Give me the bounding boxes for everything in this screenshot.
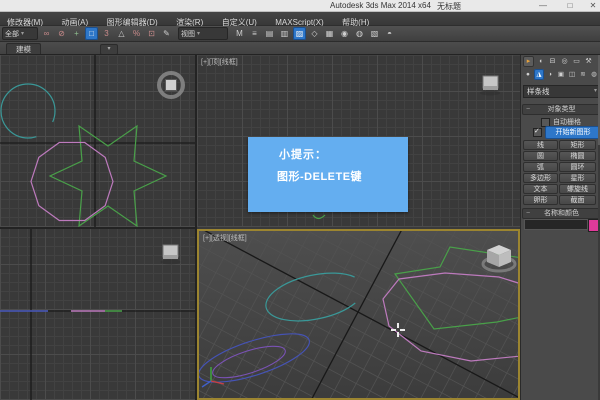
collapse-icon: − bbox=[526, 209, 530, 218]
grid-home-icon[interactable] bbox=[161, 245, 181, 265]
start-new-shape-checkbox[interactable] bbox=[533, 128, 542, 137]
rollout-object-type[interactable]: − 对象类型 bbox=[522, 104, 600, 115]
lights-category-icon[interactable]: ◑ bbox=[545, 69, 555, 80]
geometry-category-icon[interactable]: ● bbox=[523, 69, 533, 80]
rollout-name-color[interactable]: − 名称和颜色 bbox=[522, 208, 600, 219]
title-bar: Autodesk 3ds Max 2014 x64 无标题 — □ ✕ bbox=[0, 0, 600, 12]
viewcube-2d-icon[interactable] bbox=[159, 73, 183, 97]
select-and-move-icon[interactable]: + bbox=[70, 27, 83, 40]
shape-type-value: 样条线 bbox=[527, 87, 550, 96]
selection-lock-icon[interactable]: ⊡ bbox=[145, 27, 158, 40]
align-icon[interactable]: ≡ bbox=[248, 27, 261, 40]
egg-button[interactable]: 卵形 bbox=[523, 195, 558, 205]
circle-spline bbox=[262, 265, 369, 329]
select-object-icon[interactable]: □ bbox=[85, 27, 98, 40]
viewport-label-perspective[interactable]: [+][透视][线框] bbox=[203, 233, 247, 243]
schematic-view-icon[interactable]: ▦ bbox=[323, 27, 336, 40]
chevron-down-icon: ▾ bbox=[594, 86, 597, 97]
shape-type-dropdown[interactable]: 样条线 ▾ bbox=[523, 85, 600, 98]
perspective-scene bbox=[199, 231, 518, 398]
selection-filter-dropdown[interactable]: 全部 ▾ bbox=[2, 27, 38, 40]
spline-fragment bbox=[313, 215, 325, 219]
select-and-link-icon[interactable]: ∞ bbox=[40, 27, 53, 40]
rollout-name-color-title: 名称和颜色 bbox=[544, 210, 579, 217]
select-by-name-icon[interactable]: 3 bbox=[100, 27, 113, 40]
main-toolbar: 全部 ▾ ∞ ⊘ + □ 3 △ % ⊡ ✎ 视图 ▾ M ≡ ▤ ▥ ▨ ◇ … bbox=[0, 26, 600, 42]
rollout-object-type-title: 对象类型 bbox=[548, 106, 576, 113]
document-title: 无标题 bbox=[437, 1, 461, 12]
selection-filter-value: 全部 bbox=[5, 29, 19, 39]
unlink-selection-icon[interactable]: ⊘ bbox=[55, 27, 68, 40]
command-panel: ▸ ◖ ⊟ ◎ ▭ ⚒ ● ◮ ◑ ▣ ◫ ≋ ◍ 样条线 ▾ − 对象类型 自… bbox=[520, 55, 600, 400]
viewport-area-top-edge bbox=[0, 54, 600, 55]
open-folder-icon[interactable]: ▨ bbox=[293, 27, 306, 40]
shape-buttons-grid: 线 矩形 圆 椭圆 弧 圆环 多边形 星形 文本 螺旋线 卵形 截面 bbox=[523, 140, 599, 206]
section-button[interactable]: 截面 bbox=[559, 195, 596, 205]
cameras-category-icon[interactable]: ▣ bbox=[556, 69, 566, 80]
material-editor-icon[interactable]: ◉ bbox=[338, 27, 351, 40]
line-button[interactable]: 线 bbox=[523, 140, 558, 150]
helix-button[interactable]: 螺旋线 bbox=[559, 184, 596, 194]
circle-button[interactable]: 圆 bbox=[523, 151, 558, 161]
modify-tab-icon[interactable]: ◖ bbox=[535, 56, 546, 67]
top-left-scene bbox=[0, 55, 195, 227]
tip-body: 图形-DELETE键 bbox=[277, 168, 362, 184]
front-scene bbox=[0, 229, 195, 400]
shapes-category-icon[interactable]: ◮ bbox=[534, 69, 544, 80]
app-window: Autodesk 3ds Max 2014 x64 无标题 — □ ✕ 修改器(… bbox=[0, 0, 600, 400]
coordinate-system-value: 视图 bbox=[181, 29, 195, 39]
ngon-spline bbox=[31, 143, 113, 221]
star-spline bbox=[50, 126, 166, 226]
crosshair-cursor bbox=[391, 323, 405, 337]
text-button[interactable]: 文本 bbox=[523, 184, 558, 194]
rendered-frame-icon[interactable]: ▧ bbox=[368, 27, 381, 40]
object-name-input[interactable] bbox=[524, 219, 588, 230]
layer-manager-icon[interactable]: ▤ bbox=[263, 27, 276, 40]
menu-bar: 修改器(M) 动画(A) 图形编辑器(D) 渲染(R) 自定义(U) MAXSc… bbox=[0, 12, 600, 26]
coordinate-system-dropdown[interactable]: 视图 ▾ bbox=[178, 27, 228, 40]
grid-home-icon[interactable] bbox=[480, 76, 500, 96]
create-tab-icon[interactable]: ▸ bbox=[523, 56, 534, 67]
collapse-icon: − bbox=[526, 105, 530, 114]
command-panel-tabs: ▸ ◖ ⊟ ◎ ▭ ⚒ bbox=[523, 56, 594, 68]
helpers-category-icon[interactable]: ◫ bbox=[567, 69, 577, 80]
donut-button[interactable]: 圆环 bbox=[559, 162, 596, 172]
region-select-icon[interactable]: △ bbox=[115, 27, 128, 40]
maximize-button[interactable]: □ bbox=[562, 0, 578, 11]
tip-overlay: 小提示： 图形-DELETE键 bbox=[248, 137, 408, 212]
motion-tab-icon[interactable]: ◎ bbox=[559, 56, 570, 67]
hierarchy-tab-icon[interactable]: ⊟ bbox=[547, 56, 558, 67]
minimize-button[interactable]: — bbox=[535, 0, 551, 11]
viewport-front[interactable] bbox=[0, 229, 195, 400]
snaps-toggle-icon[interactable]: ✎ bbox=[160, 27, 173, 40]
chevron-down-icon: ▾ bbox=[21, 30, 24, 37]
ellipse-button[interactable]: 椭圆 bbox=[559, 151, 596, 161]
circle-spline bbox=[1, 84, 55, 138]
viewport-splitter-horizontal[interactable] bbox=[0, 227, 197, 229]
arc-button[interactable]: 弧 bbox=[523, 162, 558, 172]
star-button[interactable]: 星形 bbox=[559, 173, 596, 183]
close-button[interactable]: ✕ bbox=[585, 0, 600, 11]
rectangle-button[interactable]: 矩形 bbox=[559, 140, 596, 150]
ngon-button[interactable]: 多边形 bbox=[523, 173, 558, 183]
viewcube-icon[interactable] bbox=[483, 245, 515, 271]
viewport-perspective[interactable]: [+][透视][线框] bbox=[197, 229, 520, 400]
utilities-tab-icon[interactable]: ⚒ bbox=[583, 56, 594, 67]
scene-explorer-icon[interactable]: ▥ bbox=[278, 27, 291, 40]
crossing-select-icon[interactable]: % bbox=[130, 27, 143, 40]
curve-editor-icon[interactable]: ◇ bbox=[308, 27, 321, 40]
viewport-top-left[interactable] bbox=[0, 55, 195, 227]
chevron-down-icon: ▾ bbox=[197, 30, 200, 37]
tip-title: 小提示： bbox=[279, 146, 327, 162]
render-setup-icon[interactable]: ◍ bbox=[353, 27, 366, 40]
spacewarps-category-icon[interactable]: ≋ bbox=[578, 69, 588, 80]
start-new-shape-button[interactable]: 开始新图形 bbox=[545, 126, 600, 139]
app-title: Autodesk 3ds Max 2014 x64 bbox=[330, 1, 431, 10]
render-production-icon[interactable]: ◓ bbox=[383, 27, 396, 40]
create-category-row: ● ◮ ◑ ▣ ◫ ≋ ◍ bbox=[523, 69, 599, 81]
mirror-icon[interactable]: M bbox=[233, 27, 246, 40]
display-tab-icon[interactable]: ▭ bbox=[571, 56, 582, 67]
